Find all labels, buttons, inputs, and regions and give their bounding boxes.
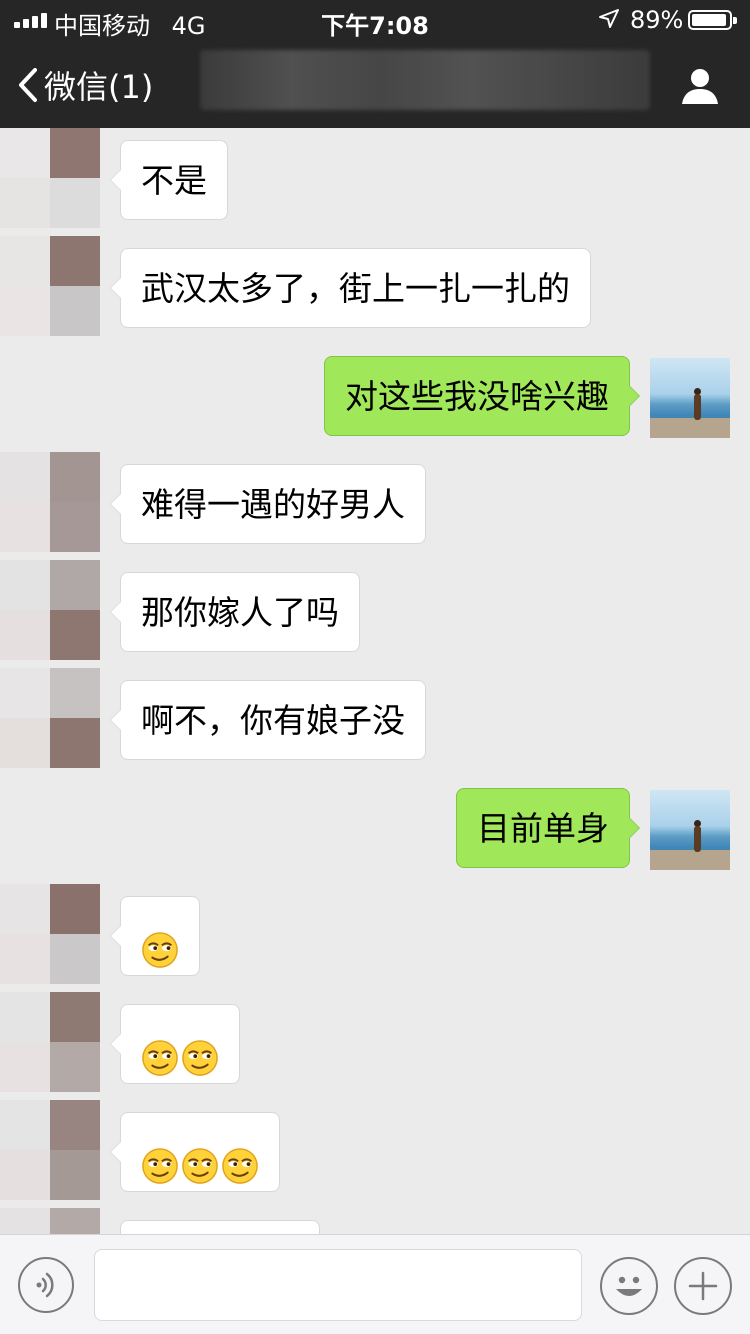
- avatar-blurred: [0, 560, 100, 660]
- incoming-bubble-partial[interactable]: [120, 1220, 320, 1234]
- chat-area[interactable]: 不是 武汉太多了，街上一扎一扎的 对这些我没啥兴趣 难得一遇的好男人 那你嫁人了…: [0, 128, 750, 1234]
- input-bar: [0, 1234, 750, 1334]
- emoji-group: [141, 1113, 259, 1193]
- avatar-blurred: [0, 236, 100, 336]
- my-avatar[interactable]: [650, 790, 730, 870]
- smirk-emoji-icon: [181, 1026, 219, 1076]
- avatar-blurred: [0, 1100, 100, 1200]
- avatar-blurred: [0, 992, 100, 1092]
- message-row: [0, 992, 750, 1100]
- incoming-bubble[interactable]: 那你嫁人了吗: [110, 572, 360, 652]
- smirk-emoji-icon: [221, 1134, 259, 1184]
- avatar-blurred: [0, 884, 100, 984]
- chat-title-blurred: [200, 50, 650, 110]
- incoming-bubble[interactable]: 不是: [110, 140, 228, 220]
- voice-icon: [36, 1272, 54, 1298]
- outgoing-bubble[interactable]: 对这些我没啥兴趣: [324, 356, 640, 436]
- message-row: 目前单身: [0, 776, 750, 884]
- message-row: [0, 1208, 750, 1234]
- top-bar: 中国移动 4G 下午7:08 89% 微信(1): [0, 0, 750, 128]
- plus-button[interactable]: [674, 1257, 732, 1315]
- smirk-emoji-icon: [141, 918, 179, 968]
- emoji-icon: [616, 1276, 642, 1296]
- plus-icon: [688, 1271, 718, 1301]
- location-arrow-icon: [599, 9, 619, 28]
- message-row: 啊不，你有娘子没: [0, 668, 750, 776]
- avatar-blurred: [0, 1208, 100, 1234]
- message-input[interactable]: [94, 1249, 582, 1321]
- emoji-button[interactable]: [600, 1257, 658, 1315]
- incoming-bubble[interactable]: 啊不，你有娘子没: [110, 680, 426, 760]
- status-bar: 中国移动 4G 下午7:08 89%: [0, 0, 750, 40]
- back-button[interactable]: 微信(1): [18, 62, 153, 108]
- avatar-blurred: [0, 452, 100, 552]
- battery-percent: 89%: [630, 6, 684, 34]
- outgoing-bubble[interactable]: 目前单身: [456, 788, 640, 868]
- smirk-emoji-icon: [141, 1026, 179, 1076]
- message-row: 对这些我没啥兴趣: [0, 344, 750, 452]
- avatar-blurred: [0, 668, 100, 768]
- incoming-bubble[interactable]: 武汉太多了，街上一扎一扎的: [110, 248, 591, 328]
- nav-bar: 微信(1): [0, 40, 750, 128]
- chevron-left-icon: [19, 68, 37, 102]
- smirk-emoji-icon: [141, 1134, 179, 1184]
- message-row: 不是: [0, 128, 750, 236]
- message-row: [0, 884, 750, 992]
- message-row: [0, 1100, 750, 1208]
- voice-button[interactable]: [18, 1257, 74, 1313]
- emoji-group: [141, 1005, 219, 1085]
- message-row: 难得一遇的好男人: [0, 452, 750, 560]
- my-avatar[interactable]: [650, 358, 730, 438]
- back-label: 微信(1): [44, 68, 154, 106]
- incoming-bubble[interactable]: [110, 896, 200, 977]
- incoming-bubble[interactable]: [110, 1112, 280, 1193]
- incoming-bubble[interactable]: [110, 1004, 240, 1085]
- battery-icon: [688, 10, 737, 30]
- incoming-bubble[interactable]: 难得一遇的好男人: [110, 464, 426, 544]
- emoji-group: [141, 897, 179, 977]
- profile-icon[interactable]: [680, 66, 720, 106]
- message-row: 武汉太多了，街上一扎一扎的: [0, 236, 750, 344]
- avatar-blurred: [0, 128, 100, 228]
- message-row: 那你嫁人了吗: [0, 560, 750, 668]
- smirk-emoji-icon: [181, 1134, 219, 1184]
